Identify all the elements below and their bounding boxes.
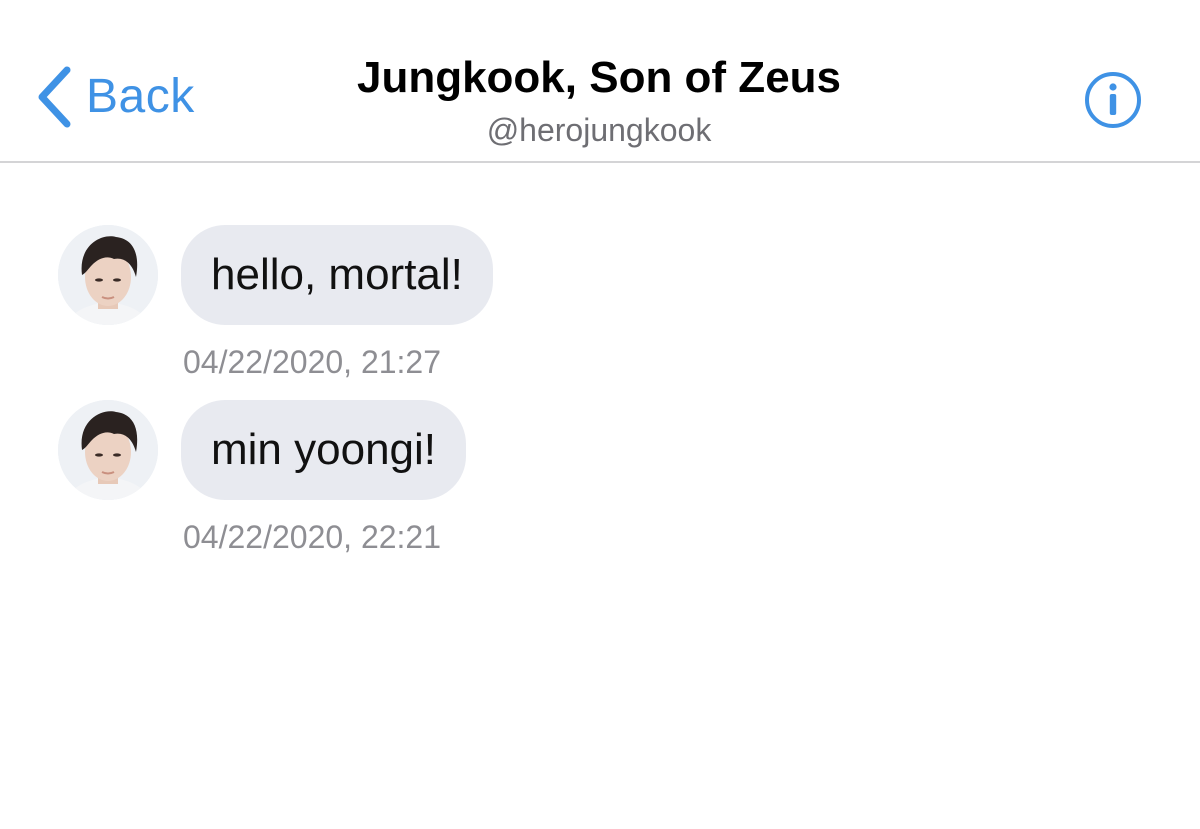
message-timestamp: 04/22/2020, 21:27 [183, 344, 442, 380]
message-bubble[interactable]: hello, mortal! [181, 225, 493, 325]
conversation-title: Jungkook, Son of Zeus [356, 53, 842, 102]
message-timestamp: 04/22/2020, 22:21 [183, 519, 442, 555]
title-block: Jungkook, Son of Zeus @herojungkook [0, 52, 1200, 152]
message-bubble[interactable]: min yoongi! [181, 400, 467, 500]
conversation-screen: Back Jungkook, Son of Zeus @herojungkook [0, 0, 1200, 829]
info-button[interactable] [1083, 70, 1143, 130]
conversation-handle: @herojungkook [486, 112, 712, 148]
avatar-image [58, 400, 158, 500]
info-icon [1085, 72, 1141, 128]
avatar[interactable] [58, 225, 158, 325]
conversation-header: Back Jungkook, Son of Zeus @herojungkook [0, 0, 1200, 163]
avatar-image [58, 225, 158, 325]
avatar[interactable] [58, 400, 158, 500]
